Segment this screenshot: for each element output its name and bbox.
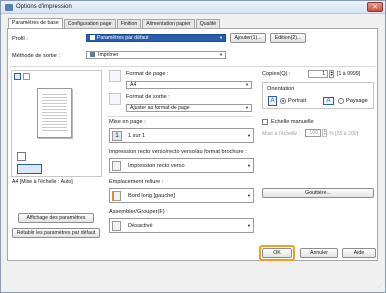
portrait-label: Portrait	[288, 98, 307, 104]
page-content-lines	[42, 94, 67, 132]
chevron-down-icon: ▼	[247, 133, 251, 138]
chevron-down-icon: ▼	[219, 52, 223, 57]
divider	[10, 66, 375, 67]
profile-value: Paramètres par défaut	[97, 35, 149, 41]
orientation-label: Orientation	[267, 86, 295, 92]
chevron-down-icon: ▼	[247, 193, 251, 198]
preview-caption: A4 [Mise à l'échelle : Auto]	[12, 179, 73, 185]
scaling-spinner[interactable]: ▲ ▼	[322, 129, 327, 137]
portrait-icon: A	[268, 96, 277, 106]
output-format-icon	[109, 93, 121, 105]
printer-icon	[5, 4, 13, 11]
page-format-icon	[109, 70, 121, 82]
duplex-label: Impression recto verso/recto verso/au fo…	[109, 149, 247, 155]
collate-icon	[112, 221, 121, 231]
print-options-window: Options d'impression ✕ Paramètres de bas…	[0, 0, 386, 293]
binding-icon	[112, 191, 121, 201]
landscape-radio[interactable]	[338, 98, 344, 104]
layout-select[interactable]: 1 1 sur 1 ▼	[109, 128, 254, 143]
basic-settings-panel: Profil : Paramètres par défaut ▼ Ajouter…	[7, 28, 378, 261]
output-method-value: Imprimer	[98, 52, 119, 58]
profile-label: Profil :	[12, 36, 28, 42]
orientation-group: Orientation A Portrait A Paysage	[262, 82, 374, 109]
close-button[interactable]: ✕	[367, 2, 383, 12]
printer-view-icon[interactable]	[23, 73, 30, 80]
output-format-value: Ajuster au format de page	[130, 105, 190, 111]
resize-grip-icon[interactable]: ⋰	[378, 284, 384, 290]
copies-input[interactable]: 1	[308, 70, 328, 78]
output-method-select[interactable]: Imprimer ▼	[86, 51, 226, 59]
profile-select[interactable]: Paramètres par défaut ▼	[86, 34, 226, 42]
binding-label: Emplacement reliure :	[109, 179, 164, 185]
copies-range: [1 à 9999]	[337, 71, 361, 77]
duplex-value: Impression recto verso	[128, 163, 185, 169]
scaling-range: % [25 à 200]	[329, 131, 359, 137]
collate-label: Assembler/Grouper(F) :	[109, 209, 168, 215]
page-format-select[interactable]: A4 ▼	[126, 81, 252, 89]
output-format-select[interactable]: Ajuster au format de page ▼	[126, 104, 252, 112]
gutter-button[interactable]: Gouttière...	[262, 188, 374, 198]
page-format-label: Format de page :	[126, 71, 169, 77]
output-method-label: Méthode de sortie :	[12, 53, 60, 59]
add-profile-button[interactable]: Ajouter(1)...	[230, 33, 266, 43]
layout-label: Mise en page :	[109, 119, 146, 125]
binding-select[interactable]: Bord long [gauche] ▼	[109, 188, 254, 203]
landscape-icon: A	[323, 97, 334, 105]
manual-scaling-label: Echelle manuelle	[271, 119, 314, 125]
help-button[interactable]: Aide	[342, 248, 376, 258]
show-settings-button[interactable]: Affichage des paramètres	[18, 213, 94, 223]
copies-label: Copies(Q) :	[262, 71, 291, 77]
manual-scaling-checkbox[interactable]	[262, 119, 268, 125]
layout-value: 1 sur 1	[128, 133, 146, 139]
collate-select[interactable]: Désactivé ▼	[109, 218, 254, 233]
title-bar: Options d'impression ✕	[1, 1, 385, 14]
output-format-label: Format de sortie :	[126, 94, 170, 100]
chevron-down-icon: ▼	[245, 82, 249, 87]
scaling-input[interactable]: 100	[305, 129, 321, 137]
print-icon	[90, 52, 95, 57]
collate-value: Désactivé	[128, 223, 153, 229]
page-preview	[37, 88, 72, 138]
chevron-down-icon: ▼	[245, 105, 249, 110]
portrait-radio[interactable]	[280, 98, 286, 104]
copies-spinner[interactable]: ▲ ▼	[329, 70, 334, 78]
landscape-label: Paysage	[346, 98, 368, 104]
stack-icon	[17, 152, 26, 161]
window-title: Options d'impression	[16, 4, 72, 10]
page-format-value: A4	[130, 82, 137, 88]
chevron-down-icon: ▼	[247, 223, 251, 228]
preview-mode-icon[interactable]	[14, 73, 21, 80]
chevron-down-icon: ▼	[219, 35, 223, 40]
edit-profile-button[interactable]: Edition(2)...	[270, 33, 306, 43]
preview-area	[11, 70, 102, 177]
restore-defaults-button[interactable]: Rétablir les paramètres par défaut	[12, 228, 100, 238]
scaling-label: Mise à l'échelle :	[262, 131, 301, 137]
duplex-select[interactable]: Impression recto verso ▼	[109, 158, 254, 173]
ok-button[interactable]: OK	[262, 248, 292, 258]
divider	[108, 116, 253, 117]
chevron-down-icon: ▼	[247, 163, 251, 168]
duplex-icon	[112, 161, 121, 171]
preview-toggle[interactable]	[17, 164, 42, 174]
binding-value: Bord long [gauche]	[128, 193, 175, 199]
layout-page-icon: 1	[112, 131, 122, 141]
profile-icon	[90, 35, 95, 40]
cancel-button[interactable]: Annuler	[300, 248, 338, 258]
